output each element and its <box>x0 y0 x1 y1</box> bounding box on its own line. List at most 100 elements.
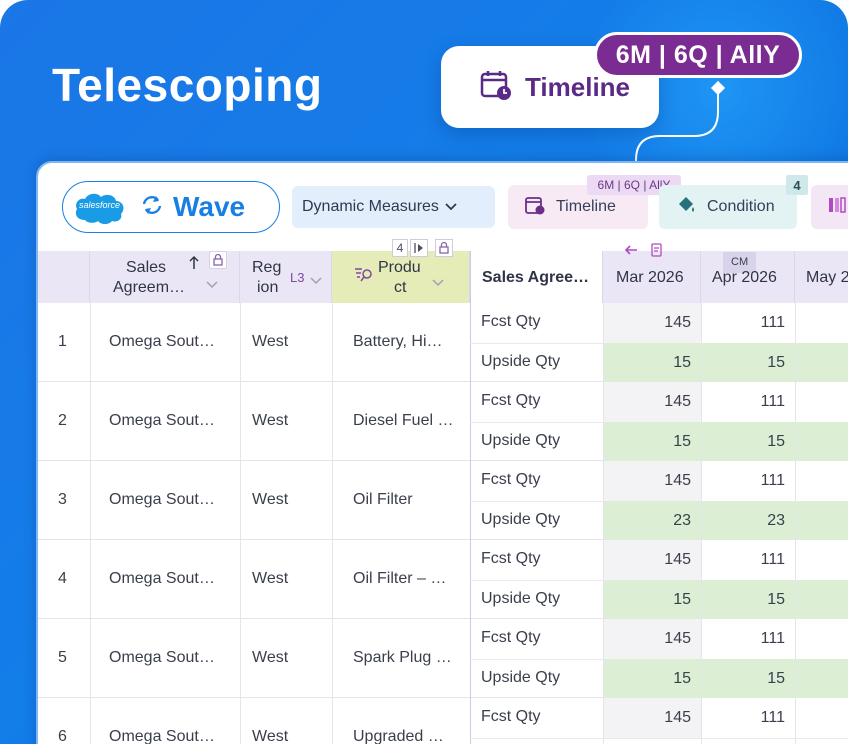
cell-sales-agreement[interactable]: Omega Sout… <box>109 412 237 430</box>
cell-value-may[interactable] <box>796 698 848 738</box>
cell-value-mar[interactable]: 15 <box>604 579 701 619</box>
table-row[interactable]: 1 Omega Sout… West Battery, Hi… Fcst Qty 145 1… <box>38 303 848 382</box>
column-divider <box>240 698 241 744</box>
cell-value-may[interactable] <box>796 421 848 461</box>
cell-value-mar[interactable]: 145 <box>604 382 701 422</box>
header-mar-2026[interactable]: Mar 2026 <box>603 243 701 303</box>
cell-value-mar[interactable] <box>604 738 701 744</box>
cell-value-may[interactable] <box>796 342 848 382</box>
header-measure-label: Sales Agree… <box>482 269 590 286</box>
cell-sales-agreement[interactable]: Omega Sout… <box>109 649 237 667</box>
cell-value-mar[interactable]: 15 <box>604 658 701 698</box>
table-row[interactable]: 4 Omega Sout… West Oil Filter – … Fcst Qty 14… <box>38 540 848 619</box>
columns-button[interactable] <box>811 185 848 229</box>
table-row[interactable]: 3 Omega Sout… West Oil Filter Fcst Qty 145 111… <box>38 461 848 540</box>
cell-value-apr[interactable]: 111 <box>702 382 795 422</box>
condition-button[interactable]: Condition <box>659 185 797 229</box>
table-row[interactable]: 5 Omega Sout… West Spark Plug … Fcst Qty 145 1… <box>38 619 848 698</box>
cell-sales-agreement[interactable]: Omega Sout… <box>109 333 237 351</box>
cell-region[interactable]: West <box>252 412 330 430</box>
cell-value-mar[interactable]: 145 <box>604 461 701 501</box>
cell-value-may[interactable] <box>796 579 848 619</box>
header-region-line2: ion <box>257 279 279 296</box>
cell-value-mar[interactable]: 145 <box>604 698 701 738</box>
header-label-line2: Agreem… <box>113 279 186 296</box>
cell-region[interactable]: West <box>252 728 330 744</box>
column-divider <box>240 303 241 382</box>
column-divider <box>90 698 91 744</box>
cell-value-apr[interactable]: 111 <box>702 540 795 580</box>
cell-value-may[interactable] <box>796 540 848 580</box>
cell-value-mar[interactable]: 145 <box>604 619 701 659</box>
column-divider <box>90 540 91 619</box>
cell-value-may[interactable] <box>796 382 848 422</box>
cell-value-apr[interactable]: 15 <box>702 421 795 461</box>
cell-product[interactable]: Oil Filter <box>353 491 468 509</box>
cell-value-apr[interactable]: 111 <box>702 619 795 659</box>
calendar-icon <box>479 68 513 107</box>
table-row[interactable]: 6 Omega Sout… West Upgraded … Fcst Qty 145 111 <box>38 698 848 744</box>
table-row[interactable]: 2 Omega Sout… West Diesel Fuel … Fcst Qty 145… <box>38 382 848 461</box>
cell-value-may[interactable] <box>796 303 848 343</box>
header-product[interactable]: Produ ct 4 <box>332 239 470 303</box>
header-measure[interactable]: Sales Agree… <box>470 251 603 303</box>
dynamic-measures-dropdown[interactable]: Dynamic Measures <box>292 186 495 228</box>
cell-region[interactable]: West <box>252 649 330 667</box>
cell-value-apr[interactable]: 15 <box>702 342 795 382</box>
column-divider <box>332 619 333 698</box>
cell-product[interactable]: Spark Plug … <box>353 649 468 667</box>
chevron-down-icon <box>432 273 444 292</box>
cell-value-apr[interactable]: 15 <box>702 579 795 619</box>
calendar-icon <box>524 194 546 221</box>
header-region[interactable]: Reg ion L3 <box>240 251 332 303</box>
cell-region[interactable]: West <box>252 570 330 588</box>
header-sales-agreement[interactable]: Sales Agreem… <box>90 251 240 303</box>
cell-region[interactable]: West <box>252 333 330 351</box>
cell-value-apr[interactable]: 23 <box>702 500 795 540</box>
column-divider <box>90 619 91 698</box>
cell-value-apr[interactable]: 111 <box>702 303 795 343</box>
cell-value-may[interactable] <box>796 500 848 540</box>
hero-background: Telescoping Timeline 6M | 6Q | AllY sale… <box>0 0 848 744</box>
cell-sales-agreement[interactable]: Omega Sout… <box>109 570 237 588</box>
cell-product[interactable]: Upgraded … <box>353 728 468 744</box>
column-divider <box>90 303 91 382</box>
wave-logo: salesforce Wave <box>62 181 280 233</box>
cell-value-apr[interactable] <box>702 738 795 744</box>
cell-value-mar[interactable]: 23 <box>604 500 701 540</box>
sort-up-icon <box>188 255 200 276</box>
cell-product[interactable]: Diesel Fuel … <box>353 412 468 430</box>
header-index <box>38 251 90 303</box>
cell-value-may[interactable] <box>796 619 848 659</box>
salesforce-cloud-icon: salesforce <box>71 188 127 226</box>
header-may-2026[interactable]: May 2 <box>795 251 848 303</box>
chevron-down-icon <box>445 198 457 216</box>
region-level-tag: L3 <box>290 270 305 285</box>
cell-product[interactable]: Oil Filter – … <box>353 570 468 588</box>
header-col2-label: Apr 2026 <box>712 269 777 286</box>
cell-value-may[interactable] <box>796 461 848 501</box>
cell-value-apr[interactable]: 15 <box>702 658 795 698</box>
chevron-down-icon <box>310 271 322 290</box>
cell-value-apr[interactable]: 111 <box>702 698 795 738</box>
cell-value-mar[interactable]: 145 <box>604 303 701 343</box>
cell-region[interactable]: West <box>252 491 330 509</box>
cell-value-may[interactable] <box>796 738 848 744</box>
column-divider <box>90 461 91 540</box>
header-product-line2: ct <box>394 279 407 296</box>
header-apr-2026[interactable]: CM Apr 2026 <box>701 251 795 303</box>
cell-measure-name: Upside Qty <box>481 668 561 686</box>
cell-value-apr[interactable]: 111 <box>702 461 795 501</box>
cell-product[interactable]: Battery, Hi… <box>353 333 468 351</box>
column-divider <box>240 540 241 619</box>
cell-value-mar[interactable]: 15 <box>604 421 701 461</box>
row-index: 6 <box>58 727 67 744</box>
cell-value-may[interactable] <box>796 658 848 698</box>
cell-sales-agreement[interactable]: Omega Sout… <box>109 491 237 509</box>
hero-title: Telescoping <box>52 59 323 111</box>
chevron-down-icon <box>206 275 218 294</box>
cell-value-mar[interactable]: 15 <box>604 342 701 382</box>
cell-value-mar[interactable]: 145 <box>604 540 701 580</box>
cell-sales-agreement[interactable]: Omega Sout… <box>109 728 237 744</box>
toolbar: salesforce Wave Dynamic Measures Timelin… <box>38 163 848 251</box>
